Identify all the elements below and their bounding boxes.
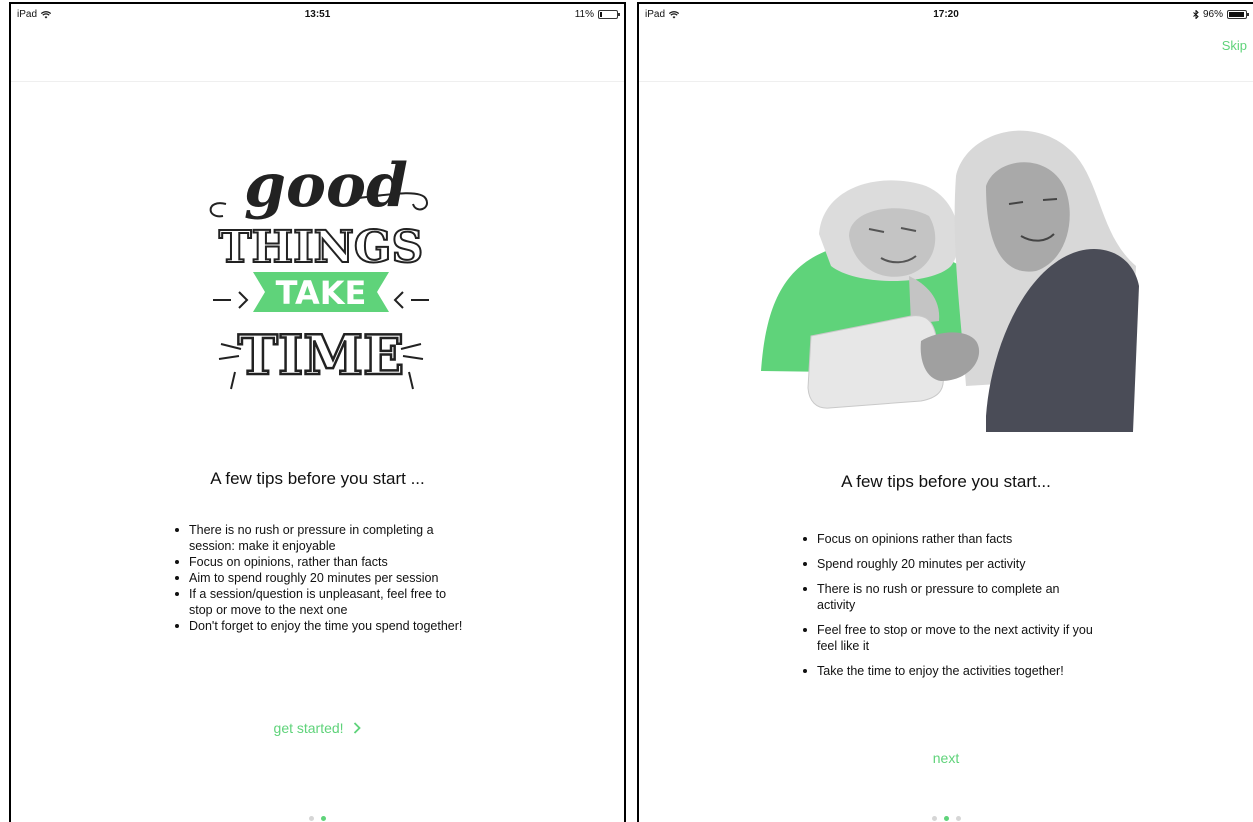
next-button[interactable]: next bbox=[639, 750, 1253, 766]
tips-list: There is no rush or pressure in completi… bbox=[173, 522, 463, 634]
status-bar: iPad 13:51 11% bbox=[11, 4, 624, 24]
list-item: Don't forget to enjoy the time you spend… bbox=[173, 618, 463, 634]
chevron-right-icon bbox=[354, 722, 362, 734]
list-item: Take the time to enjoy the activities to… bbox=[801, 663, 1101, 679]
artwork-word-things: THINGS bbox=[219, 222, 423, 273]
page-dot-active bbox=[321, 816, 326, 821]
battery-percent: 11% bbox=[574, 9, 594, 20]
page-dot bbox=[931, 816, 937, 821]
list-item: Focus on opinions, rather than facts bbox=[173, 554, 463, 570]
artwork-word-time: TIME bbox=[238, 323, 404, 387]
artwork-word-take: TAKE bbox=[276, 274, 367, 312]
onboarding-screen-right: iPad 17:20 96% Skip A few tips before yo… bbox=[637, 2, 1253, 822]
skip-button[interactable]: Skip bbox=[1222, 38, 1247, 53]
list-item: Feel free to stop or move to the next ac… bbox=[801, 622, 1101, 654]
tips-list: Focus on opinions rather than facts Spen… bbox=[801, 531, 1101, 688]
battery-icon bbox=[1227, 10, 1249, 19]
page-title: A few tips before you start... bbox=[841, 472, 1051, 491]
artwork-word-good: good bbox=[244, 151, 408, 221]
good-things-take-time-artwork: good THINGS TAKE TIME bbox=[209, 151, 429, 390]
page-dot bbox=[955, 816, 961, 821]
get-started-button[interactable]: get started! bbox=[11, 720, 624, 736]
nav-bar bbox=[11, 24, 624, 82]
page-indicator bbox=[639, 816, 1253, 821]
list-item: Focus on opinions rather than facts bbox=[801, 531, 1101, 547]
status-time: 17:20 bbox=[933, 9, 959, 20]
get-started-label: get started! bbox=[273, 720, 344, 736]
list-item: There is no rush or pressure in completi… bbox=[173, 522, 463, 554]
page-title: A few tips before you start ... bbox=[210, 469, 425, 488]
onboarding-screen-left: iPad 13:51 11% good THINGS TAKE TIME A f… bbox=[9, 2, 626, 822]
list-item: Spend roughly 20 minutes per activity bbox=[801, 556, 1101, 572]
elderly-man-and-woman-with-tablet-illustration bbox=[761, 130, 1139, 432]
status-time: 13:51 bbox=[304, 9, 331, 20]
bluetooth-icon bbox=[1193, 10, 1199, 19]
list-item: Aim to spend roughly 20 minutes per sess… bbox=[173, 570, 463, 586]
page-indicator bbox=[11, 816, 624, 821]
nav-bar bbox=[639, 24, 1253, 82]
list-item: There is no rush or pressure to complete… bbox=[801, 581, 1101, 613]
battery-percent: 96% bbox=[1202, 9, 1223, 20]
page-dot bbox=[309, 816, 314, 821]
page-dot-active bbox=[943, 816, 949, 821]
battery-icon bbox=[598, 10, 620, 19]
status-bar: iPad 17:20 96% bbox=[639, 4, 1253, 24]
list-item: If a session/question is unpleasant, fee… bbox=[173, 586, 463, 618]
